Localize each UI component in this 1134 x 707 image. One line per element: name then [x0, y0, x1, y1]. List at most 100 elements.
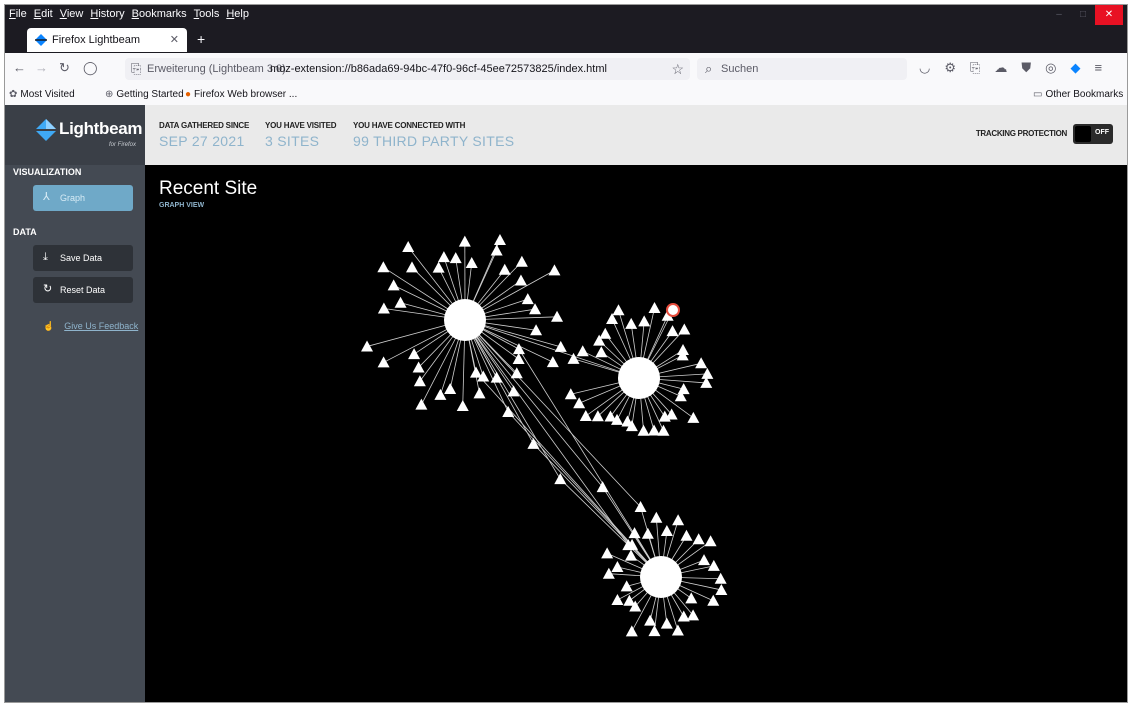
menu-bookmarks[interactable]: Bookmarks — [132, 8, 187, 20]
third-party-node[interactable] — [514, 274, 527, 286]
third-party-node[interactable] — [394, 296, 407, 308]
third-party-node[interactable] — [415, 398, 428, 410]
third-party-node[interactable] — [502, 405, 515, 417]
minimize-icon[interactable]: – — [1047, 5, 1071, 25]
third-party-node[interactable] — [648, 424, 661, 436]
save-data-button[interactable]: ⤓ Save Data — [33, 245, 133, 271]
third-party-node[interactable] — [685, 592, 698, 604]
third-party-node[interactable] — [512, 343, 525, 355]
third-party-node[interactable] — [660, 617, 673, 629]
menu-view[interactable]: View — [60, 8, 84, 20]
third-party-node[interactable] — [638, 315, 651, 327]
third-party-node[interactable] — [554, 473, 567, 485]
third-party-node[interactable] — [687, 411, 700, 423]
third-party-node[interactable] — [611, 561, 624, 573]
lightbeam-toolbar-icon[interactable]: ◆ — [1071, 61, 1081, 75]
menu-edit[interactable]: Edit — [34, 8, 53, 20]
third-party-node[interactable] — [498, 263, 511, 275]
menu-file[interactable]: File — [9, 8, 27, 20]
sync-icon[interactable]: ☁ — [994, 61, 1007, 75]
third-party-node[interactable] — [596, 481, 609, 493]
feedback-link[interactable]: ☝ Give Us Feedback — [33, 321, 138, 332]
third-party-node[interactable] — [672, 514, 685, 526]
third-party-node[interactable] — [704, 535, 717, 547]
search-input[interactable]: ⌕ Suchen — [697, 58, 907, 80]
menu-history[interactable]: History — [90, 8, 124, 20]
third-party-node[interactable] — [671, 624, 684, 636]
third-party-node[interactable] — [680, 529, 693, 541]
third-party-node[interactable] — [377, 356, 390, 368]
visited-site-node[interactable] — [618, 357, 660, 399]
third-party-node[interactable] — [521, 293, 534, 305]
extension-gear-icon[interactable]: ⚙ — [944, 61, 956, 75]
pocket-icon[interactable]: ◡ — [919, 61, 930, 75]
network-graph[interactable] — [145, 165, 1128, 703]
third-party-node[interactable] — [623, 594, 636, 606]
close-window-icon[interactable]: ✕ — [1095, 5, 1123, 25]
third-party-node[interactable] — [599, 327, 612, 339]
third-party-node[interactable] — [677, 610, 690, 622]
third-party-node[interactable] — [361, 340, 374, 352]
third-party-node[interactable] — [625, 317, 638, 329]
third-party-node[interactable] — [628, 527, 641, 539]
third-party-node[interactable] — [644, 614, 657, 626]
third-party-node[interactable] — [692, 533, 705, 545]
third-party-node[interactable] — [377, 261, 390, 273]
third-party-node[interactable] — [707, 559, 720, 571]
third-party-node[interactable] — [490, 244, 503, 256]
third-party-node[interactable] — [707, 594, 720, 606]
third-party-node[interactable] — [678, 323, 691, 335]
third-party-node[interactable] — [620, 580, 633, 592]
third-party-node[interactable] — [641, 527, 654, 539]
maximize-icon[interactable]: □ — [1071, 5, 1095, 25]
visited-site-node[interactable] — [444, 299, 486, 341]
third-party-node[interactable] — [554, 340, 567, 352]
third-party-node[interactable] — [437, 251, 450, 263]
third-party-node[interactable] — [650, 511, 663, 523]
third-party-node[interactable] — [604, 410, 617, 422]
shield-extension-icon[interactable]: ⛊ — [1021, 61, 1031, 75]
reload-icon[interactable]: ↻ — [59, 61, 70, 75]
third-party-node[interactable] — [677, 383, 690, 395]
url-text[interactable]: moz-extension://b86ada69-94bc-47f0-96cf-… — [270, 63, 607, 75]
back-icon[interactable]: ← — [13, 61, 26, 75]
bookmark-other[interactable]: ▭ Other Bookmarks — [1033, 89, 1123, 100]
bookmark-star-icon[interactable]: ☆ — [671, 61, 684, 78]
third-party-node[interactable] — [695, 357, 708, 369]
third-party-node[interactable] — [648, 625, 661, 637]
third-party-node[interactable] — [546, 356, 559, 368]
visited-site-node[interactable] — [640, 556, 682, 598]
third-party-node[interactable] — [402, 240, 415, 252]
account-icon[interactable]: ◎ — [1045, 61, 1056, 75]
third-party-node[interactable] — [698, 554, 711, 566]
third-party-node[interactable] — [637, 424, 650, 436]
third-party-node[interactable] — [432, 261, 445, 273]
third-party-node[interactable] — [601, 547, 614, 559]
third-party-node[interactable] — [413, 375, 426, 387]
third-party-node[interactable] — [701, 367, 714, 379]
reset-data-button[interactable]: ↻ Reset Data — [33, 277, 133, 303]
third-party-node[interactable] — [576, 345, 589, 357]
third-party-node[interactable] — [434, 388, 447, 400]
menu-help[interactable]: Help — [226, 8, 249, 20]
third-party-node[interactable] — [666, 325, 679, 337]
bookmark-getting-started[interactable]: ⊕ Getting Started — [105, 89, 184, 100]
tracking-protection-toggle[interactable]: OFF — [1073, 124, 1113, 144]
share-icon[interactable]: ⎘ — [970, 61, 980, 75]
third-party-node[interactable] — [548, 264, 561, 276]
third-party-node[interactable] — [458, 235, 471, 247]
third-party-node[interactable] — [625, 549, 638, 561]
third-party-node[interactable] — [507, 385, 520, 397]
third-party-node[interactable] — [564, 388, 577, 400]
third-party-node[interactable] — [444, 383, 457, 395]
third-party-node[interactable] — [648, 301, 661, 313]
third-party-node[interactable] — [612, 304, 625, 316]
graph-button[interactable]: ⅄ Graph — [33, 185, 133, 211]
close-tab-icon[interactable]: ✕ — [170, 33, 179, 46]
third-party-node[interactable] — [449, 252, 462, 264]
third-party-node[interactable] — [408, 348, 421, 360]
shield-icon[interactable]: ◯ — [83, 61, 98, 75]
third-party-node[interactable] — [493, 234, 506, 245]
third-party-node[interactable] — [473, 387, 486, 399]
third-party-node[interactable] — [387, 279, 400, 291]
